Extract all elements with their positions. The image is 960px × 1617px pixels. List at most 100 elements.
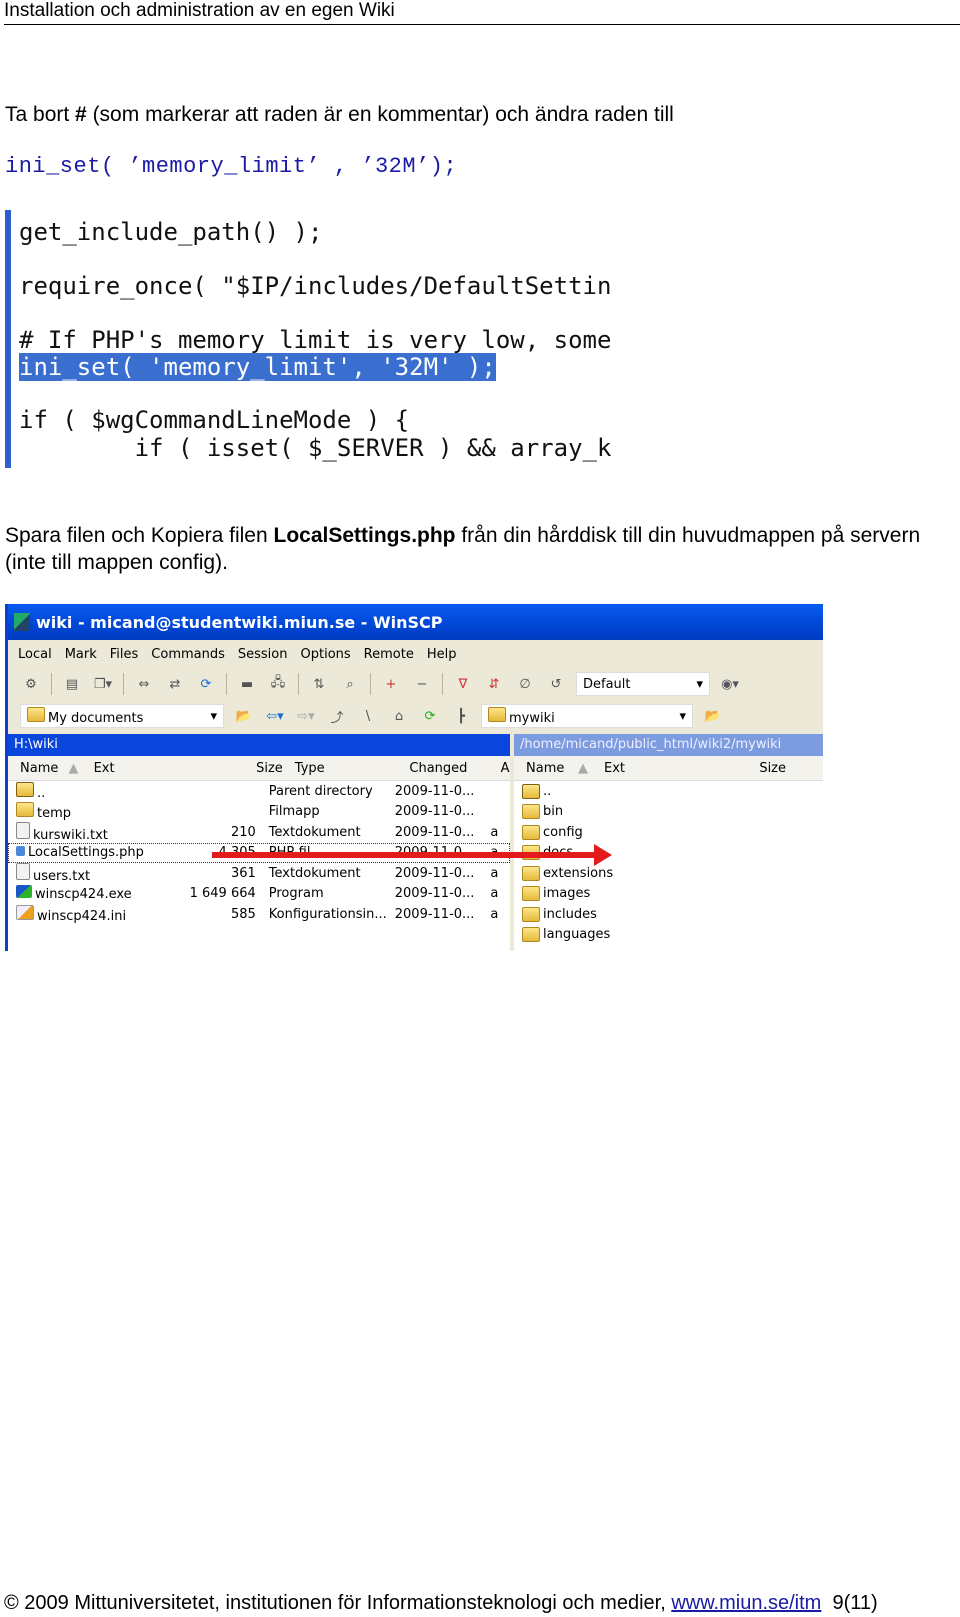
local-panel: H:\wiki Name ▲ Ext Size Type Changed A .…	[8, 734, 514, 951]
menu-help[interactable]: Help	[427, 647, 457, 662]
exe-file-icon	[16, 885, 32, 899]
column-size[interactable]: Size	[233, 761, 283, 776]
toolbar-separator	[370, 673, 371, 695]
winscp-window: wiki - micand@studentwiki.miun.se - WinS…	[5, 604, 823, 951]
chevron-down-icon: ▾	[679, 708, 686, 724]
remote-file-row[interactable]: images	[514, 884, 823, 905]
menu-commands[interactable]: Commands	[151, 647, 225, 662]
compare-directories-icon[interactable]: ⇔	[133, 673, 155, 695]
document-title: Installation och administration av en eg…	[4, 0, 395, 21]
find-files-icon[interactable]: ⌕	[339, 673, 361, 695]
remote-file-row[interactable]: languages	[514, 925, 823, 946]
text-file-icon	[16, 862, 30, 880]
php-file-icon	[16, 846, 25, 857]
title-bar[interactable]: wiki - micand@studentwiki.miun.se - WinS…	[8, 604, 823, 640]
file-row[interactable]: .. Parent directory 2009-11-0...	[8, 781, 510, 802]
copyright-text: © 2009 Mittuniversitetet, institutionen …	[4, 1592, 672, 1614]
menu-options[interactable]: Options	[301, 647, 351, 662]
remote-file-row[interactable]: ..	[514, 781, 823, 802]
column-size[interactable]: Size	[734, 761, 786, 776]
toolbar-separator	[51, 673, 52, 695]
menu-files[interactable]: Files	[110, 647, 139, 662]
refresh-icon[interactable]: ⟳	[195, 673, 217, 695]
file-row[interactable]: kurswiki.txt 210 Textdokument 2009-11-0.…	[8, 821, 510, 843]
toolbar-separator	[226, 673, 227, 695]
code-line: get_include_path() );	[19, 218, 323, 246]
code-line: # If PHP's memory limit is very low, som…	[19, 326, 612, 354]
synchronize-browsing-icon[interactable]: ⇄	[164, 673, 186, 695]
remote-location-combo[interactable]: mywiki ▾	[481, 704, 693, 728]
refresh-local-icon[interactable]: ⟳	[419, 705, 441, 727]
tree-icon[interactable]: ┣	[450, 705, 472, 727]
toolbar-separator	[298, 673, 299, 695]
website-link[interactable]: www.miun.se/itm	[671, 1592, 821, 1614]
restore-selection-icon[interactable]: ↺	[545, 673, 567, 695]
clear-selection-icon[interactable]: ∅	[514, 673, 536, 695]
remote-file-row[interactable]: bin	[514, 802, 823, 823]
chevron-down-icon: ▾	[210, 708, 217, 724]
remote-path: /home/micand/public_html/wiki2/mywiki	[514, 734, 823, 756]
page-footer: © 2009 Mittuniversitetet, institutionen …	[4, 1591, 878, 1615]
sort-asc-icon: ▲	[68, 760, 79, 776]
filter-icon[interactable]: ∇	[452, 673, 474, 695]
queue-icon[interactable]: ▤	[61, 673, 83, 695]
toolbar-separator	[123, 673, 124, 695]
gear-icon[interactable]: ⚙	[20, 673, 42, 695]
parent-directory-icon[interactable]: ⤴	[326, 705, 348, 727]
column-ext[interactable]: Ext	[592, 761, 734, 776]
column-name[interactable]: Name	[8, 761, 69, 776]
parent-dir-icon	[522, 783, 540, 799]
remote-file-row[interactable]: config	[514, 822, 823, 843]
select-minus-icon[interactable]: −	[411, 673, 433, 695]
address-toolbar: My documents ▾ 📂 ⇦▾ ⇨▾ ⤴ \ ⌂ ⟳ ┣ mywiki ▾ …	[8, 700, 823, 732]
text-file-icon	[16, 821, 30, 839]
ini-file-icon	[16, 904, 34, 920]
folder-icon	[16, 802, 34, 818]
local-location-combo[interactable]: My documents ▾	[20, 704, 224, 728]
menu-bar: Local Mark Files Commands Session Option…	[8, 640, 823, 668]
open-remote-folder-icon[interactable]: 📂	[702, 705, 724, 727]
menu-mark[interactable]: Mark	[65, 647, 97, 662]
remote-file-row[interactable]: includes	[514, 904, 823, 925]
folder-icon	[522, 927, 540, 943]
forward-icon[interactable]: ⇨▾	[295, 705, 317, 727]
instruction-paragraph-1: Ta bort # (som markerar att raden är en …	[5, 103, 674, 126]
column-type[interactable]: Type	[283, 761, 398, 776]
file-row[interactable]: winscp424.ini 585 Konfigurationsin... 20…	[8, 904, 510, 925]
column-name[interactable]: Name	[514, 761, 578, 776]
root-directory-icon[interactable]: \	[357, 705, 379, 727]
folder-icon	[522, 824, 540, 840]
terminal-icon[interactable]: ▬	[236, 673, 258, 695]
column-ext[interactable]: Ext	[82, 761, 234, 776]
putty-icon[interactable]: 🖧	[267, 673, 289, 695]
hash-symbol: #	[75, 103, 87, 126]
red-arrow-shaft	[212, 852, 602, 858]
column-attr[interactable]: A	[489, 761, 510, 776]
invert-selection-icon[interactable]: ⇵	[483, 673, 505, 695]
folder-icon	[522, 886, 540, 902]
select-plus-icon[interactable]: +	[380, 673, 402, 695]
globe-icon[interactable]: ◉▾	[719, 673, 741, 695]
menu-local[interactable]: Local	[18, 647, 52, 662]
sync-folders-icon[interactable]: ⇅	[308, 673, 330, 695]
file-row[interactable]: users.txt 361 Textdokument 2009-11-0... …	[8, 862, 510, 884]
menu-session[interactable]: Session	[238, 647, 288, 662]
folder-icon	[522, 906, 540, 922]
session-settings-combo[interactable]: Default ▾	[576, 672, 710, 696]
sort-asc-icon: ▲	[578, 760, 588, 776]
file-panels: H:\wiki Name ▲ Ext Size Type Changed A .…	[8, 734, 823, 951]
instruction-paragraph-2: Spara filen och Kopiera filen LocalSetti…	[5, 524, 921, 574]
column-changed[interactable]: Changed	[397, 761, 488, 776]
open-folder-icon[interactable]: 📂	[233, 705, 255, 727]
remote-file-row[interactable]: extensions	[514, 863, 823, 884]
file-row[interactable]: temp Filmapp 2009-11-0...	[8, 802, 510, 823]
menu-remote[interactable]: Remote	[364, 647, 414, 662]
file-row[interactable]: winscp424.exe 1 649 664 Program 2009-11-…	[8, 884, 510, 905]
home-icon[interactable]: ⌂	[388, 705, 410, 727]
toolbar-separator	[442, 673, 443, 695]
copy-icon[interactable]: ❐▾	[92, 673, 114, 695]
local-column-headers: Name ▲ Ext Size Type Changed A	[8, 756, 510, 781]
code-line: if ( isset( $_SERVER ) && array_k	[19, 434, 612, 462]
remote-panel: /home/micand/public_html/wiki2/mywiki Na…	[514, 734, 823, 951]
back-icon[interactable]: ⇦▾	[264, 705, 286, 727]
